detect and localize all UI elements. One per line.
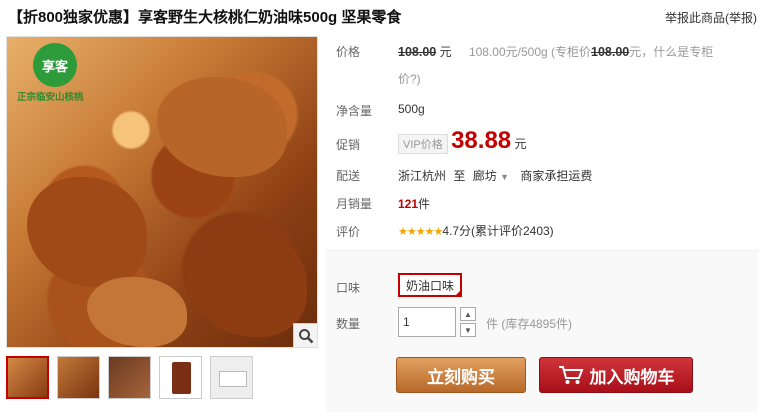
caret-down-icon: ▼: [464, 325, 472, 335]
ship-to-word: 至: [453, 169, 466, 183]
walnut-shape: [87, 277, 187, 347]
price-label: 价格: [336, 45, 361, 59]
rating-line: ★★★★★4.7分(累计评价2403): [398, 222, 554, 239]
add-to-cart-button[interactable]: 加入购物车: [539, 357, 693, 393]
flavor-label: 口味: [336, 281, 361, 295]
sales-line: 121件: [398, 195, 430, 212]
promo-line: VIP价格 38.88 元: [398, 127, 527, 155]
buy-now-button[interactable]: 立刻购买: [396, 357, 526, 393]
stock-text: 件 (库存4895件): [486, 317, 573, 331]
vip-badge: VIP价格: [398, 134, 448, 154]
qty-decrease-button[interactable]: ▼: [460, 323, 476, 337]
shopping-cart-icon: [558, 366, 583, 384]
caret-up-icon: ▲: [464, 309, 472, 319]
thumbnail-4[interactable]: [159, 356, 202, 399]
package-image: [172, 362, 191, 394]
thumbnail-3[interactable]: [108, 356, 151, 399]
rating-text[interactable]: 4.7分(累计评价2403): [442, 224, 553, 238]
shipping-label: 配送: [336, 169, 361, 183]
counter-prefix: (专柜价: [551, 45, 592, 59]
counter-price: 108.00: [591, 45, 630, 59]
brand-tagline: 正宗临安山核桃: [17, 92, 84, 103]
shipping-line: 浙江杭州 至 廊坊 ▼ 商家承担运费: [398, 167, 592, 184]
weight-value: 500g: [398, 102, 425, 116]
product-title: 【折800独家优惠】享客野生大核桃仁奶油味500g 坚果零食: [8, 9, 402, 26]
promo-unit: 元: [514, 137, 527, 151]
sales-label: 月销量: [336, 197, 373, 211]
thumbnail-strip: [6, 356, 253, 399]
selected-check-icon: [454, 289, 463, 297]
promo-price: 38.88: [451, 127, 512, 154]
zoom-button[interactable]: [293, 323, 317, 347]
walnut-shape: [187, 227, 307, 337]
purchase-options: 口味 奶油口味 数量 ▲ ▼ 件 (库存4895件) 立刻购买 加入购物车: [326, 250, 758, 412]
qty-increase-button[interactable]: ▲: [460, 307, 476, 321]
counter-suffix[interactable]: 元，什么是专柜: [629, 45, 713, 59]
walnut-shape: [157, 77, 287, 177]
price-line: 108.00 元 108.00元/500g (专柜价108.00元，什么是专柜: [398, 43, 713, 60]
buy-now-label: 立刻购买: [427, 367, 495, 387]
sales-unit: 件: [418, 197, 431, 211]
ship-to-select[interactable]: 廊坊 ▼: [473, 169, 509, 183]
flavor-option-cream[interactable]: 奶油口味: [398, 273, 463, 297]
thumbnail-2[interactable]: [57, 356, 100, 399]
price-unit: 元: [439, 45, 452, 59]
walnut-shape: [27, 177, 147, 287]
counter-price-note[interactable]: 价?): [398, 70, 421, 87]
magnifier-icon: [298, 328, 313, 343]
main-product-image: 享客 正宗临安山核桃: [6, 36, 318, 348]
brand-logo: 享客: [33, 43, 77, 87]
thumbnail-1[interactable]: [6, 356, 49, 399]
unit-price: 108.00元/500g: [468, 45, 548, 59]
thumbnail-5[interactable]: [210, 356, 253, 399]
original-price: 108.00: [398, 45, 437, 59]
qty-label: 数量: [336, 317, 361, 331]
report-link[interactable]: 举报此商品(举报): [665, 9, 757, 26]
ship-to-value: 廊坊: [472, 169, 497, 183]
flavor-value: 奶油口味: [406, 278, 455, 293]
promo-label: 促销: [336, 138, 361, 152]
rating-label: 评价: [336, 225, 361, 239]
weight-label: 净含量: [336, 104, 373, 118]
card-image: [219, 371, 247, 387]
add-to-cart-label: 加入购物车: [589, 367, 675, 387]
star-rating-icon: ★★★★★: [398, 226, 443, 238]
ship-from: 浙江杭州: [398, 169, 447, 183]
quantity-input[interactable]: [398, 307, 456, 337]
caret-down-icon: ▼: [500, 172, 509, 182]
shipping-note: 商家承担运费: [520, 169, 593, 183]
sales-value: 121: [398, 197, 419, 211]
